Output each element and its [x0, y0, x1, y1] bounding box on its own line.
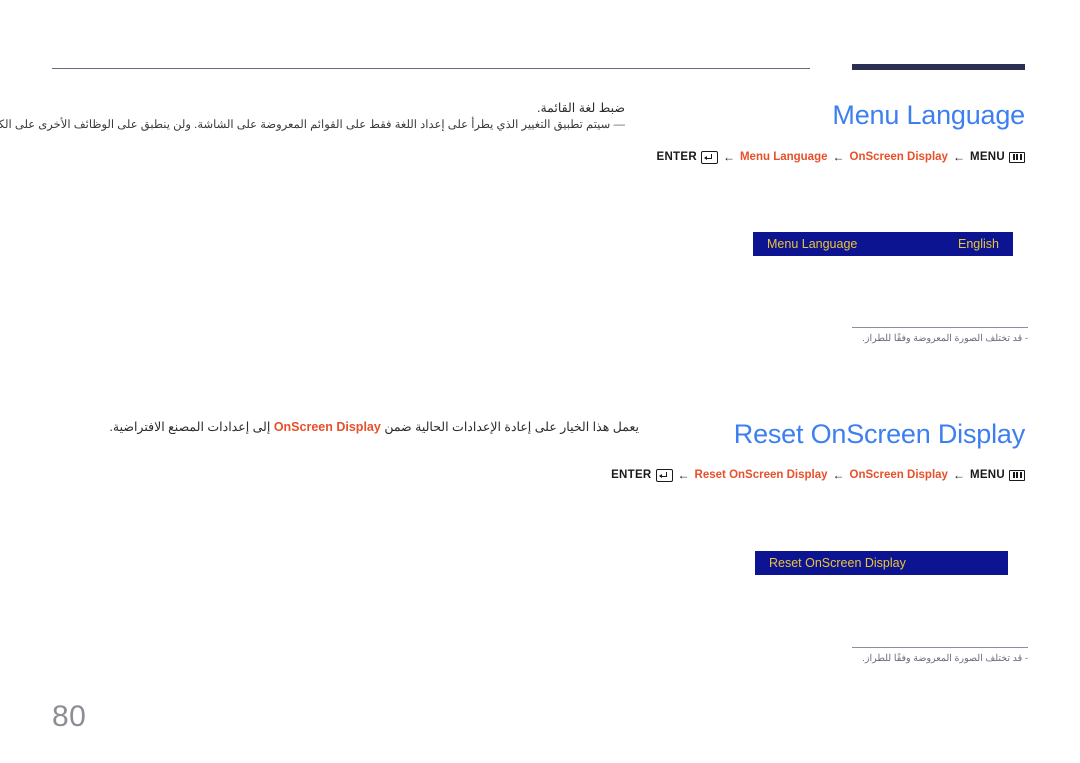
osd-box-menu-language[interactable]: Menu Language English	[753, 232, 1013, 256]
breadcrumb-reset-onscreen-display: ENTER ← Reset OnScreen Display ← OnScree…	[611, 468, 1025, 482]
breadcrumb-arrow-icon: ←	[722, 150, 735, 164]
breadcrumb-enter-segment: ENTER	[656, 150, 718, 164]
enter-key-icon	[700, 150, 718, 164]
breadcrumb-enter-segment: ENTER	[611, 468, 673, 482]
footnote-reset-onscreen-display: - قد تختلف الصورة المعروضة وفقًا للطراز.	[862, 653, 1028, 664]
body-note-menu-language: ― سيتم تطبيق التغيير الذي يطرأ على إعداد…	[0, 117, 625, 131]
breadcrumb-menu-language: ENTER ← Menu Language ← OnScreen Display…	[656, 150, 1025, 164]
footnote-rule	[852, 327, 1028, 328]
breadcrumb-menu-segment: MENU	[970, 469, 1025, 481]
breadcrumb-menu-label: MENU	[969, 469, 1005, 481]
breadcrumb-enter-label: ENTER	[656, 151, 697, 163]
breadcrumb-arrow-icon: ←	[952, 150, 965, 164]
body-text-before: يعمل هذا الخيار على إعادة الإعدادات الحا…	[384, 420, 639, 434]
breadcrumb-arrow-icon: ←	[677, 468, 690, 482]
note-text: سيتم تطبيق التغيير الذي يطرأ على إعداد ا…	[0, 119, 611, 131]
header-accent-bar	[852, 64, 1025, 70]
section-title-reset-onscreen-display: Reset OnScreen Display	[733, 419, 1025, 449]
osd-item-label: Reset OnScreen Display	[769, 556, 906, 570]
breadcrumb-item-onscreen-display: OnScreen Display	[849, 151, 948, 163]
menu-bars-icon	[1009, 151, 1025, 163]
osd-item-value: English	[958, 237, 999, 251]
note-dash-marker: ―	[613, 119, 626, 131]
body-text-after: إلى إعدادات المصنع الافتراضية.	[109, 420, 271, 434]
breadcrumb-item-menu-language: Menu Language	[739, 151, 828, 163]
footnote-rule	[852, 647, 1028, 648]
body-lead-menu-language: ضبط لغة القائمة.	[536, 101, 625, 115]
menu-bars-icon	[1009, 469, 1025, 481]
page-number: 80	[52, 700, 87, 733]
breadcrumb-enter-label: ENTER	[611, 469, 652, 481]
osd-box-reset-onscreen-display[interactable]: Reset OnScreen Display	[755, 551, 1008, 575]
breadcrumb-arrow-icon: ←	[832, 468, 845, 482]
breadcrumb-arrow-icon: ←	[832, 150, 845, 164]
breadcrumb-arrow-icon: ←	[952, 468, 965, 482]
footnote-menu-language: - قد تختلف الصورة المعروضة وفقًا للطراز.	[862, 333, 1028, 344]
breadcrumb-item-onscreen-display: OnScreen Display	[849, 469, 948, 481]
breadcrumb-menu-segment: MENU	[970, 151, 1025, 163]
manual-page: Menu Language ENTER ← Menu Language ← On…	[0, 0, 1080, 763]
body-inline-term: OnScreen Display	[273, 420, 381, 434]
osd-item-label: Menu Language	[767, 237, 858, 251]
body-text-reset-onscreen-display: يعمل هذا الخيار على إعادة الإعدادات الحا…	[109, 419, 639, 434]
header-thin-rule	[52, 68, 810, 69]
section-title-menu-language: Menu Language	[832, 100, 1025, 130]
breadcrumb-item-reset-onscreen-display: Reset OnScreen Display	[694, 469, 828, 481]
enter-key-icon	[655, 468, 673, 482]
breadcrumb-menu-label: MENU	[969, 151, 1005, 163]
